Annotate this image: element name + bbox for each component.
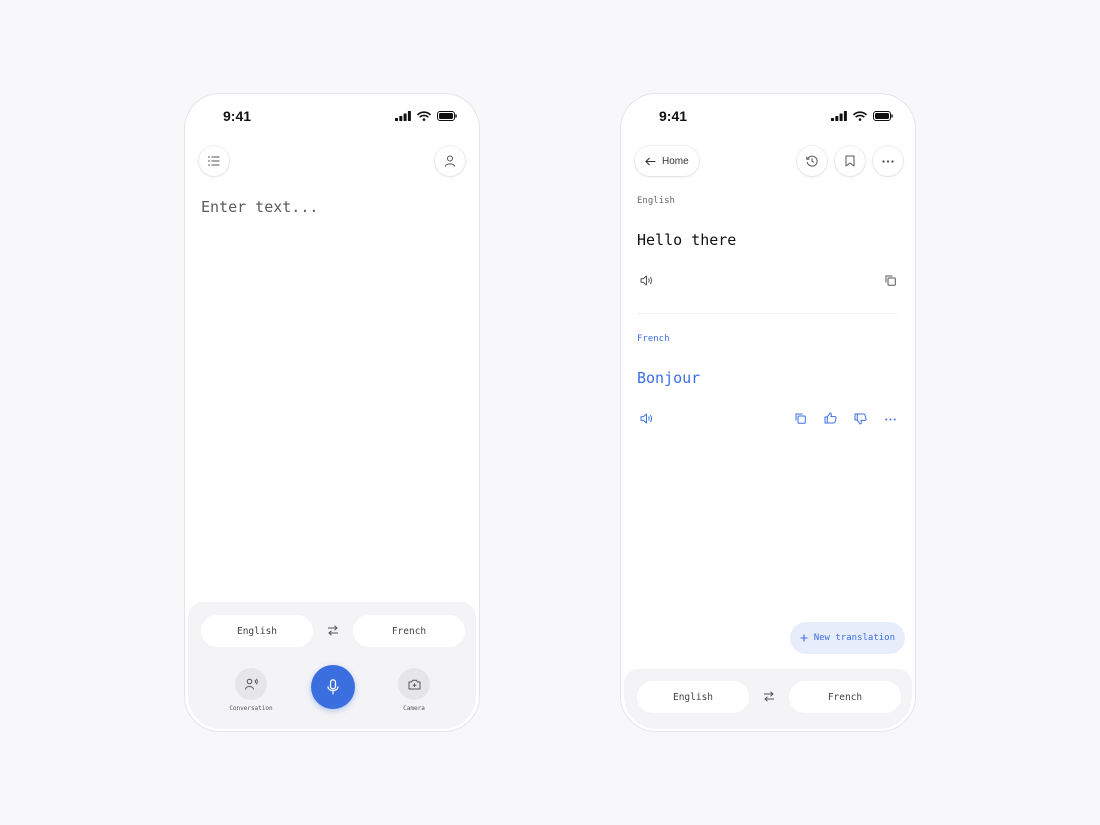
status-time: 9:41 [659,108,688,124]
history-button[interactable] [797,146,827,176]
signal-icon [395,111,411,121]
plus-icon [800,634,808,642]
source-language-label: English [637,196,675,206]
bottom-panel: English French Conversation Camera [188,602,476,729]
phone-result-screen: 9:41 Home English Hello there French Bon… [620,93,916,732]
speaker-icon[interactable] [640,413,653,424]
source-text: Hello there [637,231,737,249]
thumbs-down-icon[interactable] [854,413,867,425]
more-button[interactable] [873,146,903,176]
text-input[interactable]: Enter text... [201,198,318,216]
status-icons [831,111,893,121]
camera-button[interactable] [398,668,430,700]
bookmark-icon [845,155,855,167]
status-icons [395,111,457,121]
conversation-action[interactable]: Conversation [221,668,281,712]
back-label: Home [662,155,689,167]
battery-icon [437,111,457,121]
swap-arrows-icon[interactable] [763,691,775,702]
history-icon [806,155,818,167]
thumbs-up-icon[interactable] [824,412,837,424]
more-icon [882,159,894,163]
target-language-button[interactable]: French [353,615,465,647]
back-home-button[interactable]: Home [635,146,699,176]
camera-label: Camera [403,705,425,712]
microphone-icon [327,679,339,695]
bottom-panel: English French [624,669,912,729]
wifi-icon [853,111,867,121]
bookmark-button[interactable] [835,146,865,176]
copy-icon[interactable] [885,275,896,286]
conversation-button[interactable] [235,668,267,700]
swap-arrows-icon[interactable] [327,625,339,636]
new-translation-label: New translation [813,633,895,643]
translated-text: Bonjour [637,369,701,387]
camera-action[interactable]: Camera [384,668,444,712]
list-icon [208,156,220,166]
copy-icon[interactable] [795,413,806,424]
source-language-button[interactable]: English [637,681,749,713]
signal-icon [831,111,847,121]
target-language-label: French [637,334,670,344]
phone-input-screen: 9:41 Enter text... English French Conver… [184,93,480,732]
user-icon [445,155,455,167]
camera-icon [408,679,420,689]
conversation-label: Conversation [229,705,273,712]
target-language-button[interactable]: French [789,681,901,713]
microphone-button[interactable] [311,665,355,709]
divider [637,313,897,314]
conversation-icon [244,678,258,690]
more-icon[interactable] [885,418,896,421]
profile-button[interactable] [435,146,465,176]
new-translation-button[interactable]: New translation [789,622,905,654]
menu-button[interactable] [199,146,229,176]
status-time: 9:41 [223,108,252,124]
speaker-icon[interactable] [640,275,653,286]
arrow-left-icon [645,157,656,165]
source-language-button[interactable]: English [201,615,313,647]
wifi-icon [417,111,431,121]
battery-icon [873,111,893,121]
